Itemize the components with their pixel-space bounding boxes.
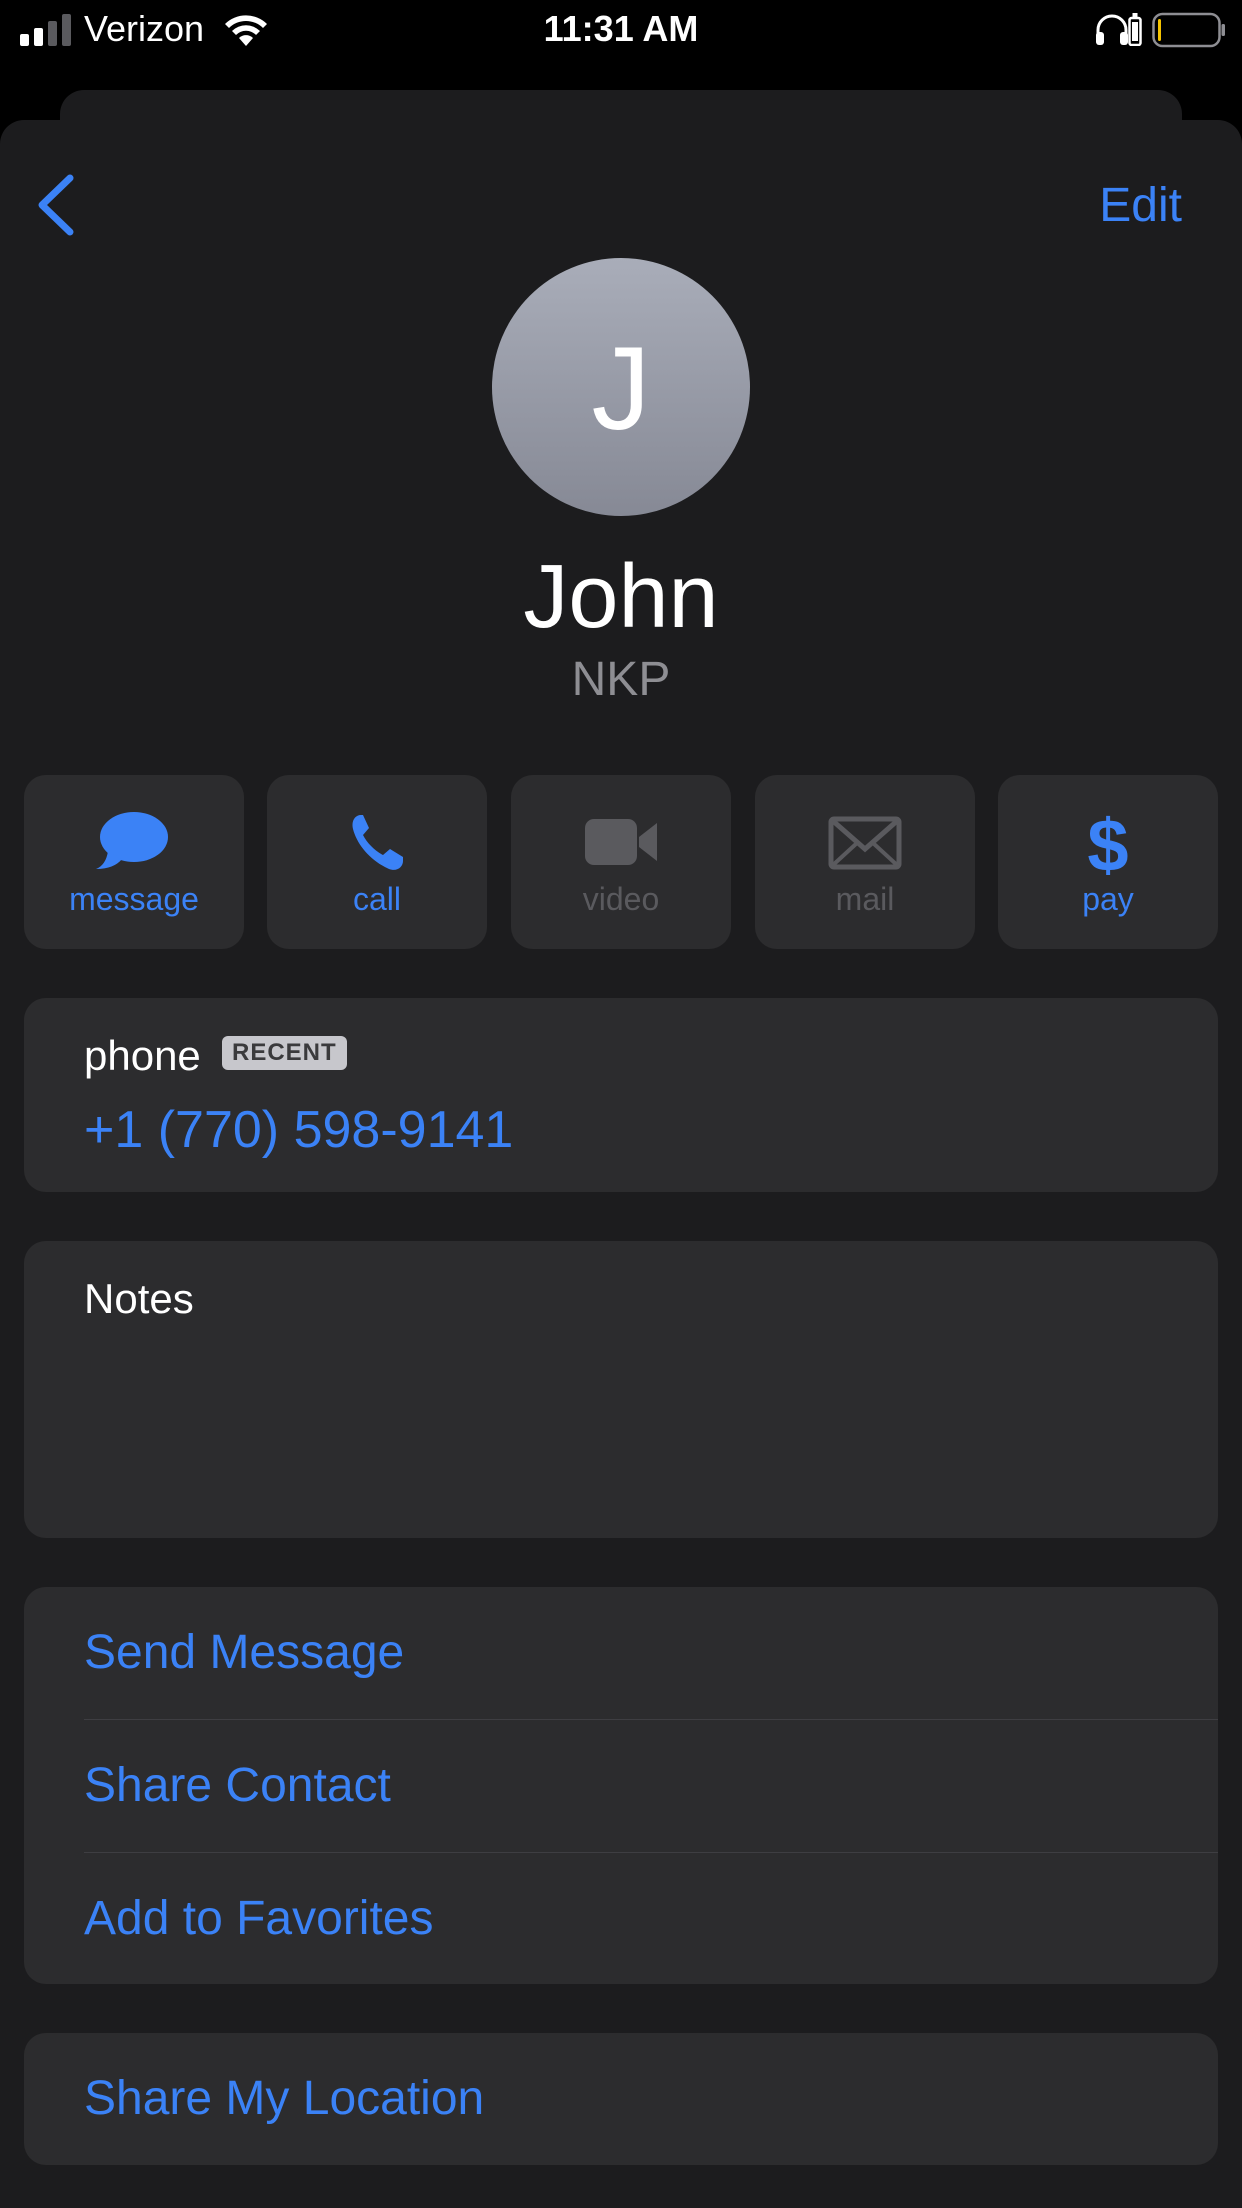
avatar-initial: J [591, 323, 651, 455]
pay-button[interactable]: $ pay [998, 775, 1218, 949]
add-to-favorites-label: Add to Favorites [84, 1892, 434, 1945]
headphones-icon [1096, 14, 1128, 45]
phone-label: phone [84, 1032, 201, 1079]
pay-label: pay [1082, 881, 1134, 917]
notes-field[interactable]: Notes [24, 1241, 1218, 1538]
message-bubble-icon [96, 812, 168, 869]
edit-button[interactable]: Edit [1099, 178, 1182, 233]
dollar-icon: $ [1087, 809, 1128, 875]
video-camera-icon [585, 819, 657, 865]
mail-button[interactable]: mail [755, 775, 975, 949]
notes-label: Notes [84, 1275, 194, 1322]
phone-icon [352, 815, 403, 870]
contact-name: John [523, 547, 719, 647]
chevron-left-icon[interactable] [30, 170, 84, 240]
video-button[interactable]: video [511, 775, 731, 949]
envelope-icon [828, 816, 902, 870]
battery-icon [1152, 12, 1225, 48]
share-contact-button[interactable]: Share Contact [24, 1720, 1218, 1852]
options-list: Send Message Share Contact Add to Favori… [24, 1587, 1218, 1984]
share-my-location-label: Share My Location [84, 2072, 485, 2125]
charging-icon [1128, 13, 1142, 46]
video-label: video [582, 881, 660, 917]
contact-company: NKP [571, 653, 671, 706]
send-message-button[interactable]: Send Message [24, 1587, 1218, 1719]
phone-card[interactable]: phone RECENT +1 (770) 598-9141 [24, 998, 1218, 1192]
quick-actions: message call video mail $ pay [24, 775, 1218, 949]
mail-label: mail [835, 881, 895, 917]
svg-text:$: $ [1087, 809, 1128, 875]
add-to-favorites-button[interactable]: Add to Favorites [24, 1853, 1218, 1985]
send-message-label: Send Message [84, 1626, 405, 1679]
share-contact-label: Share Contact [84, 1759, 391, 1812]
message-label: message [69, 881, 199, 917]
phone-number[interactable]: +1 (770) 598-9141 [84, 1100, 513, 1160]
message-button[interactable]: message [24, 775, 244, 949]
clock-time: 11:31 AM [543, 8, 699, 49]
call-label: call [352, 881, 401, 917]
recent-badge: RECENT [222, 1036, 347, 1070]
share-my-location-button[interactable]: Share My Location [24, 2033, 1218, 2165]
call-button[interactable]: call [267, 775, 487, 949]
avatar: J [492, 258, 750, 516]
status-bar: Verizon 11:31 AM [0, 0, 1242, 62]
